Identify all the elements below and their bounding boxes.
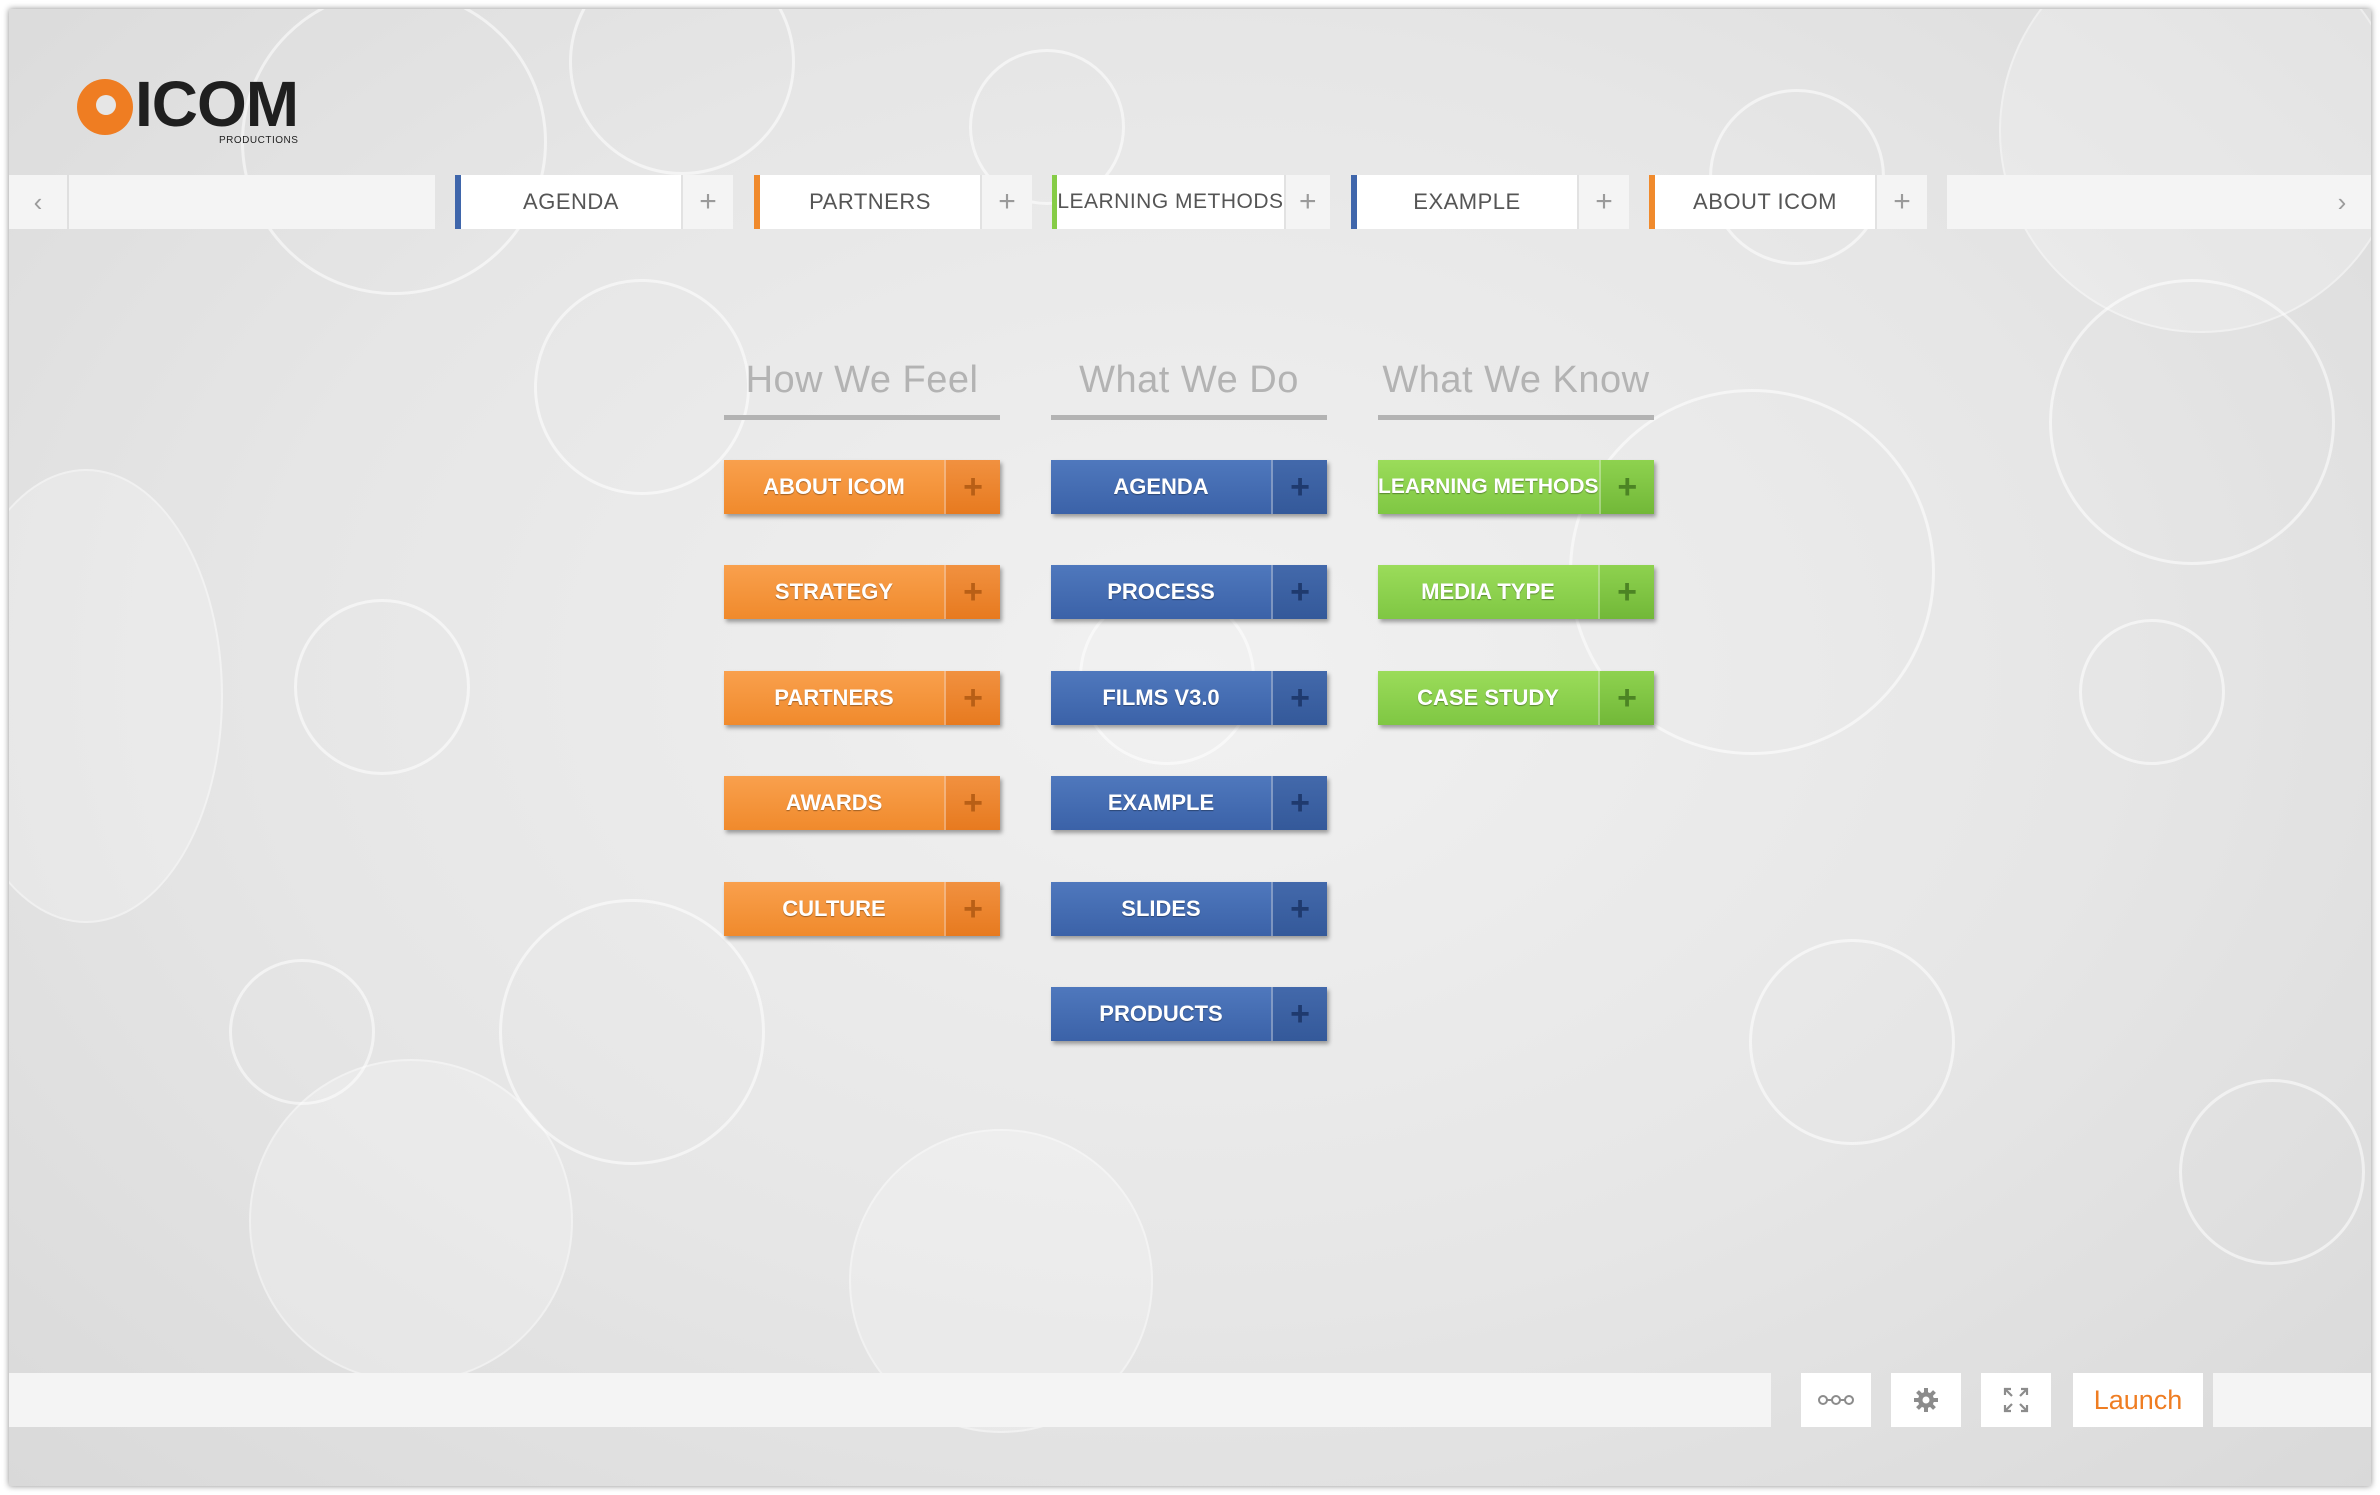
plus-icon[interactable]: + xyxy=(1271,987,1327,1041)
plus-icon[interactable]: + xyxy=(944,565,1000,619)
logo-mark-icon xyxy=(77,79,133,135)
background-bubble xyxy=(1999,9,2371,333)
plus-icon[interactable]: + xyxy=(1577,175,1629,229)
background-bubble xyxy=(1749,939,1955,1145)
link-icon xyxy=(1818,1395,1854,1405)
topic-button-learning-methods[interactable]: LEARNING METHODS + xyxy=(1378,460,1654,514)
tab-agenda[interactable]: AGENDA + xyxy=(455,175,733,229)
background-bubble xyxy=(2179,1079,2365,1265)
topic-label: LEARNING METHODS xyxy=(1378,475,1599,498)
plus-icon[interactable]: + xyxy=(980,175,1032,229)
fullscreen-button[interactable] xyxy=(1981,1373,2051,1427)
brand-logo[interactable]: ICOM PRODUCTIONS xyxy=(67,68,317,153)
topic-label: ABOUT ICOM xyxy=(763,474,905,499)
plus-icon[interactable]: + xyxy=(1598,460,1654,514)
plus-icon[interactable]: + xyxy=(681,175,733,229)
topic-label: STRATEGY xyxy=(774,579,894,604)
tab-track-left xyxy=(69,175,435,229)
topic-label: PARTNERS xyxy=(774,685,894,710)
topic-button-strategy[interactable]: STRATEGY + xyxy=(724,565,1000,619)
presentation-canvas: ICOM PRODUCTIONS ‹ AGENDA + PARTNERS + L… xyxy=(9,9,2371,1486)
background-bubble xyxy=(229,959,375,1105)
chevron-right-icon: › xyxy=(2337,186,2347,217)
topic-label: PROCESS xyxy=(1107,579,1215,604)
plus-icon[interactable]: + xyxy=(1271,565,1327,619)
topic-button-partners[interactable]: PARTNERS + xyxy=(724,671,1000,725)
plus-icon[interactable]: + xyxy=(1271,671,1327,725)
fullscreen-icon xyxy=(2003,1387,2029,1413)
topic-label: AGENDA xyxy=(1113,474,1209,499)
plus-icon[interactable]: + xyxy=(1271,776,1327,830)
plus-icon[interactable]: + xyxy=(1271,460,1327,514)
background-bubble xyxy=(2079,619,2225,765)
tab-scroll-left-button[interactable]: ‹ xyxy=(9,175,67,229)
tab-label: ABOUT ICOM xyxy=(1693,189,1837,214)
background-bubble xyxy=(294,599,470,775)
plus-icon[interactable]: + xyxy=(944,460,1000,514)
topic-label: CASE STUDY xyxy=(1417,685,1559,710)
tab-about-icom[interactable]: ABOUT ICOM + xyxy=(1649,175,1927,229)
plus-icon[interactable]: + xyxy=(1283,175,1330,229)
background-bubble xyxy=(499,899,765,1165)
topic-button-products[interactable]: PRODUCTS + xyxy=(1051,987,1327,1041)
tab-label: PARTNERS xyxy=(809,189,931,214)
gear-icon xyxy=(1914,1388,1938,1412)
brand-wordmark: ICOM xyxy=(135,68,299,140)
topic-button-agenda[interactable]: AGENDA + xyxy=(1051,460,1327,514)
topic-button-media-type[interactable]: MEDIA TYPE + xyxy=(1378,565,1654,619)
topic-label: SLIDES xyxy=(1121,896,1201,921)
tab-label: AGENDA xyxy=(523,189,619,214)
topic-button-slides[interactable]: SLIDES + xyxy=(1051,882,1327,936)
topic-button-awards[interactable]: AWARDS + xyxy=(724,776,1000,830)
topic-label: PRODUCTS xyxy=(1099,1001,1223,1026)
plus-icon[interactable]: + xyxy=(1875,175,1927,229)
topic-label: CULTURE xyxy=(782,896,886,921)
plus-icon[interactable]: + xyxy=(944,882,1000,936)
tab-label: EXAMPLE xyxy=(1413,189,1521,214)
tab-label: LEARNING METHODS xyxy=(1057,190,1284,213)
brand-subtitle: PRODUCTIONS xyxy=(219,135,299,146)
plus-icon[interactable]: + xyxy=(944,776,1000,830)
chevron-left-icon: ‹ xyxy=(33,186,43,217)
plus-icon[interactable]: + xyxy=(944,671,1000,725)
topic-button-about-icom[interactable]: ABOUT ICOM + xyxy=(724,460,1000,514)
tab-partners[interactable]: PARTNERS + xyxy=(754,175,1032,229)
background-bubble xyxy=(9,469,223,923)
plus-icon[interactable]: + xyxy=(1271,882,1327,936)
launch-button[interactable]: Launch xyxy=(2073,1373,2203,1427)
tab-learning-methods[interactable]: LEARNING METHODS + xyxy=(1052,175,1330,229)
bottom-toolbar: Launch xyxy=(9,1373,2371,1427)
topic-button-process[interactable]: PROCESS + xyxy=(1051,565,1327,619)
topic-label: FILMS V3.0 xyxy=(1102,685,1220,710)
topic-button-films-v3[interactable]: FILMS V3.0 + xyxy=(1051,671,1327,725)
background-bubble xyxy=(569,9,795,175)
column-heading-what-we-do: What We Do xyxy=(1051,359,1327,420)
tab-track-right xyxy=(1947,175,2313,229)
background-bubble xyxy=(2049,279,2335,565)
plus-icon[interactable]: + xyxy=(1598,671,1654,725)
tab-bar: ‹ AGENDA + PARTNERS + LEARNING METHODS +… xyxy=(9,175,2371,229)
bottom-track-end xyxy=(2213,1373,2371,1427)
background-bubble xyxy=(534,279,750,495)
column-heading-what-we-know: What We Know xyxy=(1378,359,1654,420)
plus-icon[interactable]: + xyxy=(1598,565,1654,619)
topic-label: MEDIA TYPE xyxy=(1421,579,1555,604)
link-button[interactable] xyxy=(1801,1373,1871,1427)
settings-button[interactable] xyxy=(1891,1373,1961,1427)
column-heading-how-we-feel: How We Feel xyxy=(724,359,1000,420)
topic-button-case-study[interactable]: CASE STUDY + xyxy=(1378,671,1654,725)
bottom-track xyxy=(9,1373,1771,1427)
background-bubble xyxy=(249,1059,573,1383)
topic-label: AWARDS xyxy=(785,790,883,815)
tab-scroll-right-button[interactable]: › xyxy=(2313,175,2371,229)
topic-button-example[interactable]: EXAMPLE + xyxy=(1051,776,1327,830)
tab-example[interactable]: EXAMPLE + xyxy=(1351,175,1629,229)
topic-label: EXAMPLE xyxy=(1107,790,1215,815)
topic-button-culture[interactable]: CULTURE + xyxy=(724,882,1000,936)
